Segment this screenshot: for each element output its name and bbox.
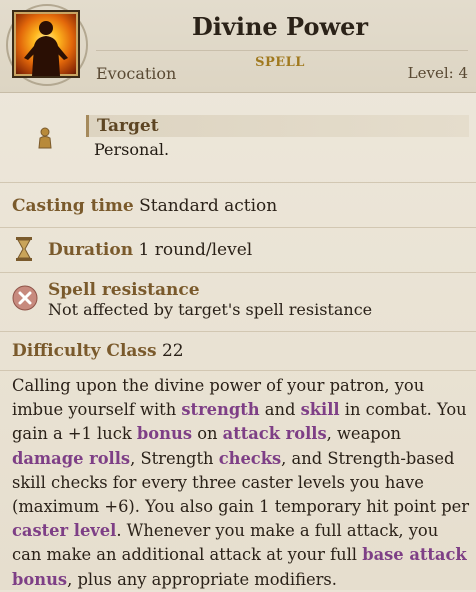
spell-level: Level: 4 <box>407 64 468 82</box>
spell-description: Calling upon the divine power of your pa… <box>12 374 470 592</box>
keyword-link[interactable]: caster level <box>12 521 116 540</box>
desc-text: on <box>192 424 223 444</box>
duration-row: Duration 1 round/level <box>48 240 252 260</box>
difficulty-class-row: Difficulty Class 22 <box>12 341 184 361</box>
keyword-link[interactable]: strength <box>181 400 259 419</box>
casting-time-row: Casting time Standard action <box>12 196 277 216</box>
difficulty-class-value: 22 <box>161 341 184 361</box>
keyword-link[interactable]: skill <box>301 400 340 419</box>
difficulty-class-label: Difficulty Class <box>12 341 157 361</box>
spell-resistance-label: Spell resistance <box>48 280 200 300</box>
spell-resistance-value: Not affected by target's spell resistanc… <box>48 300 373 319</box>
spell-school: Evocation <box>96 64 177 83</box>
keyword-link[interactable]: attack rolls <box>223 424 327 443</box>
desc-text: and <box>259 400 301 420</box>
divider <box>0 331 476 332</box>
spell-tooltip-card: Divine Power SPELL Evocation Level: 4 Ta… <box>0 0 476 590</box>
spell-resistance-x-icon <box>12 285 38 315</box>
target-header-bar: Target <box>86 115 469 137</box>
duration-label: Duration <box>48 240 134 260</box>
target-value: Personal. <box>94 140 170 159</box>
divider <box>0 272 476 273</box>
target-person-icon <box>36 126 54 154</box>
casting-time-value: Standard action <box>139 196 278 216</box>
duration-value: 1 round/level <box>138 240 253 260</box>
spell-title: Divine Power <box>191 12 369 41</box>
desc-text: , Strength <box>130 448 219 468</box>
desc-text: , plus any appropriate modifiers. <box>67 569 337 589</box>
divider <box>0 227 476 228</box>
casting-time-label: Casting time <box>12 196 134 216</box>
title-divider <box>96 50 468 51</box>
keyword-link[interactable]: damage rolls <box>12 449 130 468</box>
hourglass-icon <box>14 236 34 266</box>
spell-header: Divine Power SPELL Evocation Level: 4 <box>0 0 476 93</box>
target-section: Target Personal. <box>86 115 469 161</box>
spell-resistance-value-row: Not affected by target's spell resistanc… <box>48 300 372 319</box>
keyword-link[interactable]: bonus <box>137 424 192 443</box>
spell-resistance-label-row: Spell resistance <box>48 280 200 300</box>
divine-power-portrait-icon <box>12 10 80 78</box>
target-label: Target <box>97 116 159 136</box>
divider <box>0 370 476 371</box>
spell-type-tag: SPELL <box>255 55 305 70</box>
divider <box>0 182 476 183</box>
desc-text: , weapon <box>326 424 401 444</box>
keyword-link[interactable]: checks <box>219 449 281 468</box>
